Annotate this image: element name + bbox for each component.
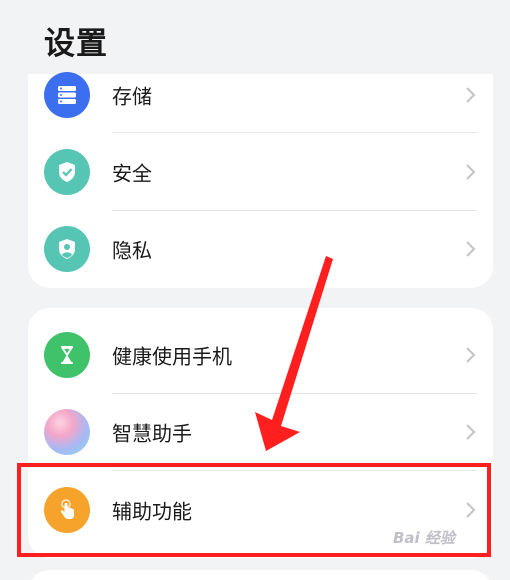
- chevron-right-icon: [466, 347, 476, 363]
- chevron-right-icon: [466, 164, 476, 180]
- privacy-shield-icon: [44, 226, 90, 272]
- settings-item-label: 智慧助手: [112, 421, 192, 446]
- hourglass-icon: [44, 332, 90, 378]
- chevron-right-icon: [466, 241, 476, 257]
- settings-item-digital-balance[interactable]: 健康使用手机: [28, 316, 493, 394]
- settings-item-label: 存储: [112, 84, 152, 109]
- watermark: Bai 经验: [393, 529, 455, 547]
- settings-item-security[interactable]: 安全: [28, 133, 493, 211]
- settings-item-storage[interactable]: 存储: [28, 56, 493, 134]
- settings-item-label: 隐私: [112, 238, 152, 263]
- settings-item-label: 健康使用手机: [112, 344, 232, 369]
- assistant-orb-icon: [44, 409, 90, 455]
- settings-group-system: 存储 安全 隐私: [28, 72, 493, 288]
- hand-tap-icon: [44, 487, 90, 533]
- settings-item-label: 辅助功能: [112, 499, 192, 524]
- chevron-right-icon: [466, 424, 476, 440]
- settings-group-personal: 健康使用手机 智慧助手 辅助功能: [28, 308, 493, 558]
- settings-item-smart-assistant[interactable]: 智慧助手: [28, 393, 493, 471]
- settings-item-label: 安全: [112, 161, 152, 186]
- settings-group-next: [28, 570, 493, 580]
- chevron-right-icon: [466, 87, 476, 103]
- shield-check-icon: [44, 149, 90, 195]
- chevron-right-icon: [466, 502, 476, 518]
- storage-icon: [44, 72, 90, 118]
- settings-item-privacy[interactable]: 隐私: [28, 210, 493, 288]
